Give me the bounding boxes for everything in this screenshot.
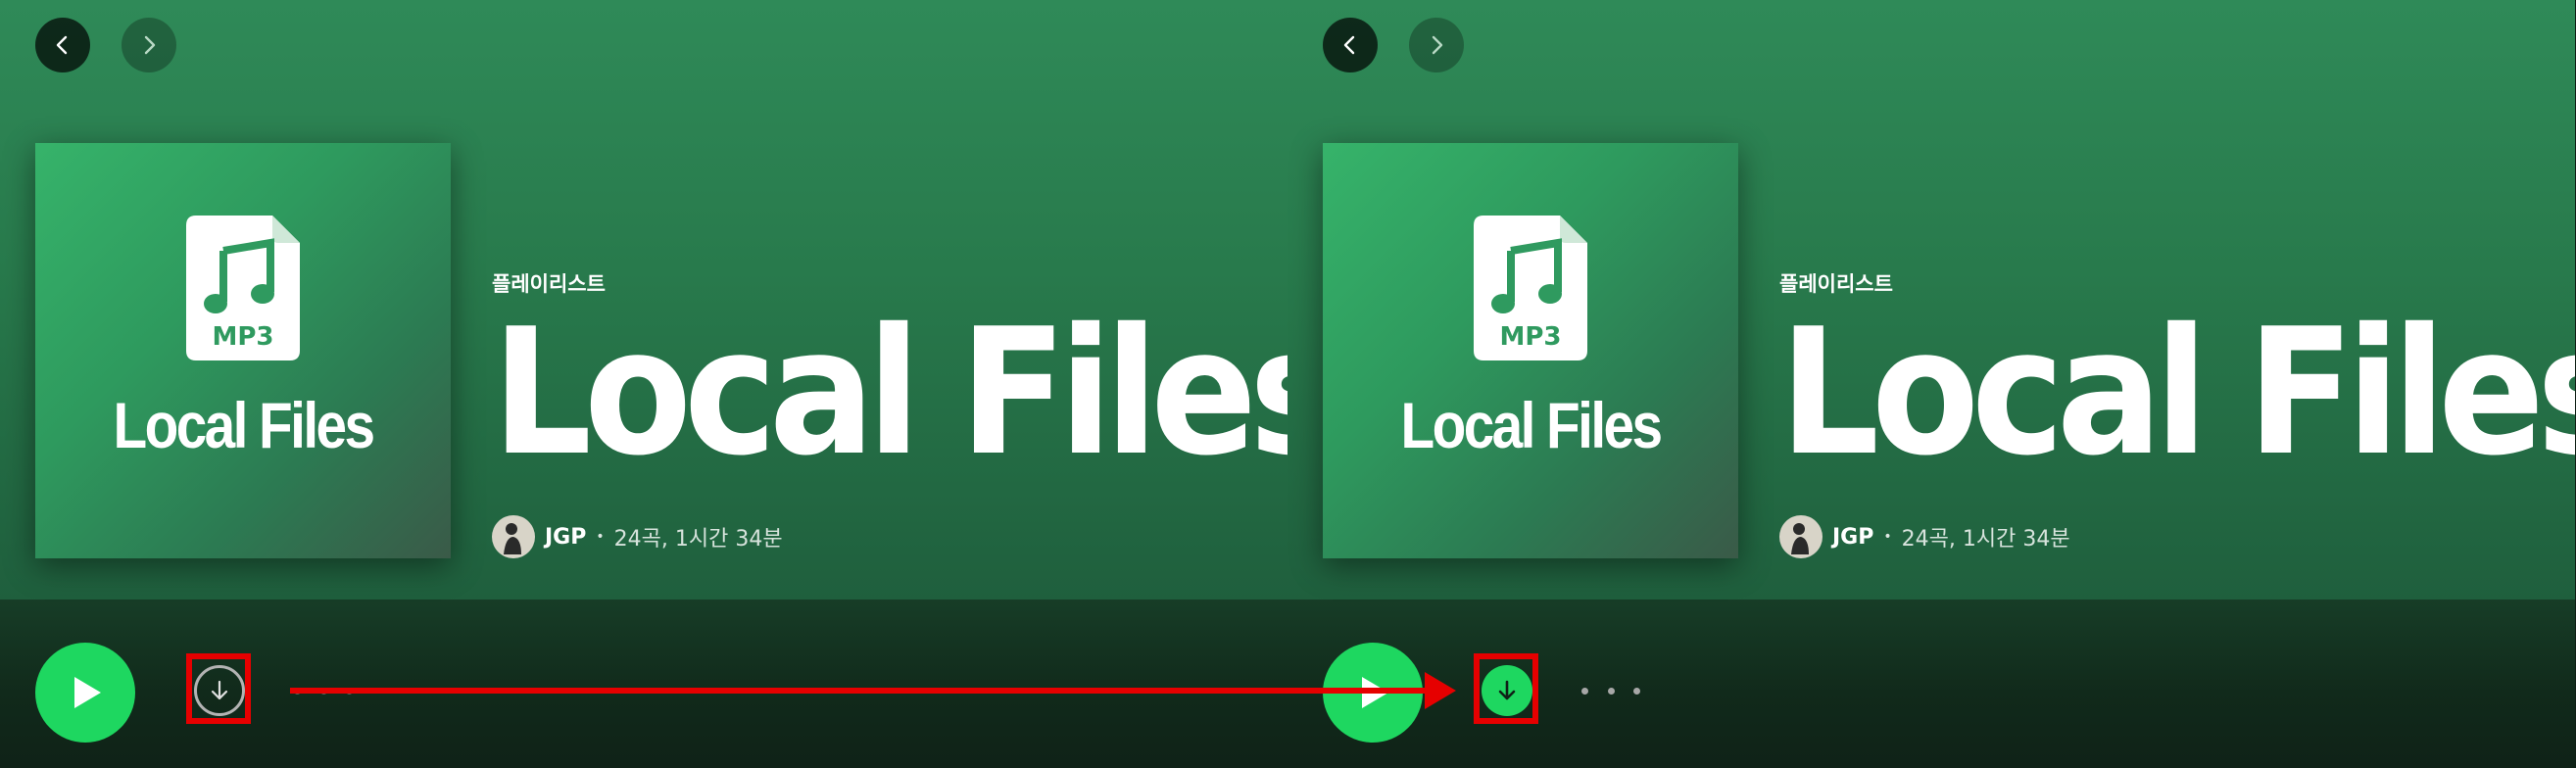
meta-separator: • [1883, 529, 1892, 545]
playlist-cover: MP3 Local Files [1323, 143, 1738, 558]
play-button[interactable] [35, 643, 135, 743]
chevron-right-icon [1432, 35, 1443, 55]
action-bar [0, 600, 1288, 768]
playlist-cover: MP3 Local Files [35, 143, 451, 558]
owner-name[interactable]: JGP [1832, 525, 1873, 550]
dot-icon [294, 687, 301, 695]
dot-icon [1633, 687, 1640, 695]
playlist-title: Local Files [492, 291, 1288, 494]
dot-icon [319, 687, 327, 695]
forward-button[interactable] [1409, 18, 1464, 72]
playlist-panel-before: MP3 Local Files 플레이리스트 Local Files JGP •… [0, 0, 1288, 768]
person-silhouette-icon [1791, 523, 1809, 554]
download-arrow-icon [1498, 680, 1516, 700]
dot-icon [1581, 687, 1588, 695]
chevron-right-icon [144, 35, 156, 55]
music-file-icon: MP3 [1474, 216, 1587, 360]
chevron-left-icon [1343, 35, 1355, 55]
playlist-title: Local Files [1779, 291, 2575, 494]
play-button[interactable] [1323, 643, 1423, 743]
cover-title: Local Files [1400, 389, 1664, 461]
more-options-button[interactable] [1581, 676, 1640, 705]
meta-separator: • [596, 529, 605, 545]
owner-avatar[interactable] [1779, 515, 1823, 558]
playlist-meta: JGP • 24곡, 1시간 34분 [1779, 515, 2070, 558]
back-button[interactable] [35, 18, 90, 72]
play-icon [74, 677, 101, 708]
person-silhouette-icon [504, 523, 521, 554]
forward-button[interactable] [122, 18, 176, 72]
download-button[interactable] [194, 665, 245, 716]
playlist-panel-after: MP3 Local Files 플레이리스트 Local Files JGP •… [1288, 0, 2575, 768]
chevron-left-icon [56, 35, 68, 55]
download-arrow-icon [211, 680, 228, 700]
dot-icon [1607, 687, 1615, 695]
more-options-button[interactable] [294, 676, 353, 705]
cover-title: Local Files [113, 389, 376, 461]
owner-name[interactable]: JGP [545, 525, 586, 550]
cover-badge: MP3 [212, 322, 273, 352]
playlist-stats: 24곡, 1시간 34분 [613, 527, 783, 552]
action-bar [1288, 600, 2575, 768]
playlist-stats: 24곡, 1시간 34분 [1901, 527, 2070, 552]
cover-badge: MP3 [1499, 322, 1561, 352]
play-icon [1362, 677, 1388, 708]
downloaded-button[interactable] [1482, 665, 1532, 716]
music-file-icon: MP3 [186, 216, 300, 360]
back-button[interactable] [1323, 18, 1378, 72]
dot-icon [346, 687, 353, 695]
owner-avatar[interactable] [492, 515, 535, 558]
playlist-meta: JGP • 24곡, 1시간 34분 [492, 515, 783, 558]
